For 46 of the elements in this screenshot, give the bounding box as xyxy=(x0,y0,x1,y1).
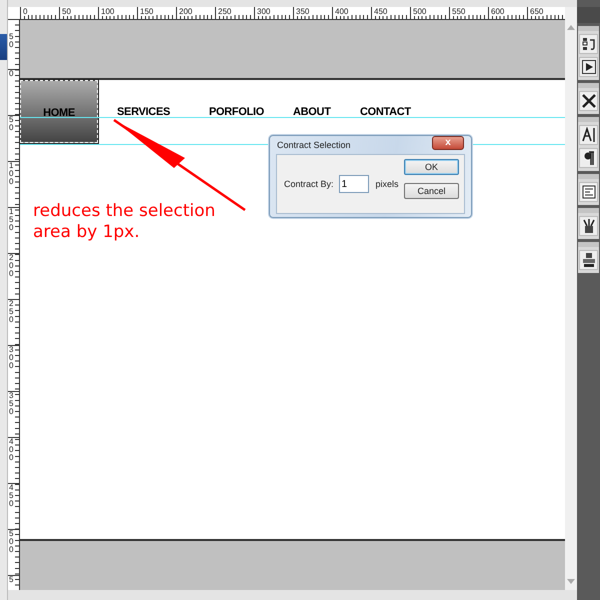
brush-icon[interactable] xyxy=(579,216,598,236)
tools-icon[interactable] xyxy=(579,91,598,111)
ruler-label: 450 xyxy=(8,484,14,508)
ruler-label: 350 xyxy=(296,7,310,16)
ruler-label: 250 xyxy=(218,7,232,16)
annotation-text: reduces the selection area by 1px. xyxy=(33,201,216,243)
panel-tab[interactable] xyxy=(0,34,7,60)
input-field[interactable]: 1 xyxy=(338,175,369,193)
unit-label: pixels xyxy=(376,179,399,189)
document-icon[interactable] xyxy=(579,182,598,202)
ruler-label: 50 xyxy=(8,116,14,132)
ruler-label: 50 xyxy=(62,7,72,16)
ruler-label: 150 xyxy=(8,208,14,232)
scroll-up-icon[interactable] xyxy=(565,23,577,31)
ruler-label: 500 xyxy=(413,7,428,16)
field-label: Contract By: xyxy=(284,179,334,189)
ruler-label: 350 xyxy=(8,392,14,416)
ruler-label: 5 xyxy=(8,576,14,584)
cancel-button[interactable]: Cancel xyxy=(404,183,459,199)
ruler-label: 550 xyxy=(452,7,466,16)
ruler-label: 100 xyxy=(101,7,116,16)
pilcrow-icon[interactable] xyxy=(579,148,598,168)
ruler-label: 100 xyxy=(8,162,14,186)
ruler-label: 300 xyxy=(257,7,272,16)
ruler-label: 150 xyxy=(140,7,154,16)
ruler-label: 200 xyxy=(8,254,14,278)
scrollbar[interactable] xyxy=(565,7,577,590)
ruler-label: 0 xyxy=(8,70,14,78)
ruler-label: 500 xyxy=(8,530,14,554)
ruler-label: 450 xyxy=(374,7,388,16)
ruler-label: 50 xyxy=(8,33,14,49)
ruler-label: 600 xyxy=(491,7,506,16)
character-icon[interactable] xyxy=(579,125,598,145)
ruler-label: 650 xyxy=(530,7,544,16)
stamp-icon[interactable] xyxy=(579,250,598,270)
ruler-label: 400 xyxy=(335,7,350,16)
play-icon[interactable] xyxy=(579,57,598,77)
dialog-title: Contract Selection xyxy=(277,140,351,150)
ruler-label: 200 xyxy=(179,7,194,16)
history-icon[interactable] xyxy=(579,34,598,54)
ruler-label: 250 xyxy=(8,300,14,324)
ruler-label: 400 xyxy=(8,438,14,462)
ruler-label: 0 xyxy=(23,7,28,16)
scroll-down-icon[interactable] xyxy=(565,578,577,586)
ok-button[interactable]: OK xyxy=(404,159,459,175)
ruler-label: 300 xyxy=(8,346,14,370)
